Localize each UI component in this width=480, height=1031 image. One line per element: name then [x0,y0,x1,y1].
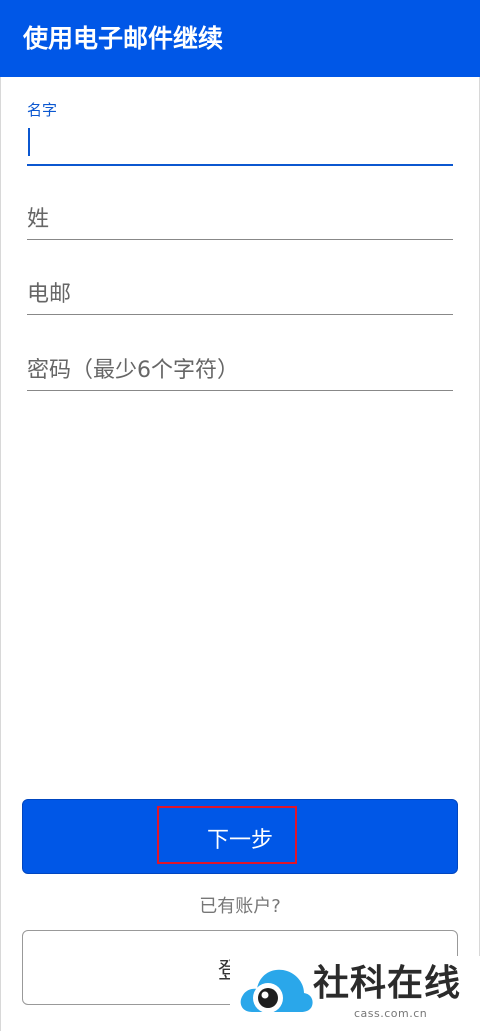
password-placeholder: 密码（最少6个字符） [27,358,239,383]
page-title: 使用电子邮件继续 [23,24,224,53]
cloud-eye-icon [240,969,313,1013]
app-header: 使用电子邮件继续 [0,0,480,77]
password-field[interactable]: 密码（最少6个字符） [27,350,453,391]
first-name-field[interactable] [27,124,453,166]
first-name-label: 名字 [27,101,58,119]
text-caret [28,128,30,156]
last-name-placeholder: 姓 [27,207,50,232]
email-field[interactable]: 电邮 [27,274,453,315]
email-placeholder: 电邮 [27,282,72,307]
last-name-field[interactable]: 姓 [27,199,453,240]
has-account-text: 已有账户? [199,896,281,917]
watermark-brand-name: 社科在线 [313,963,462,1004]
highlight-annotation [157,806,297,864]
watermark-domain: cass.com.cn [354,1007,428,1020]
watermark-logo: 社科在线 cass.com.cn [230,956,480,1031]
